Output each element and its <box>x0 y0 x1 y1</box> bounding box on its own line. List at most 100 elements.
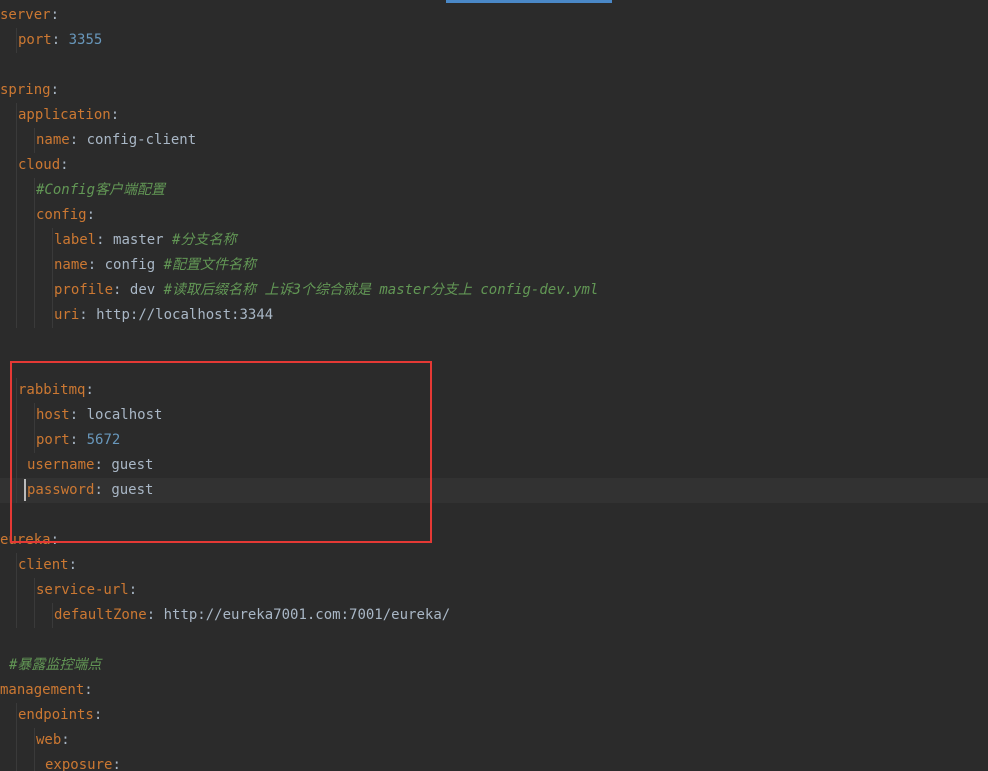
code-line[interactable]: name: config-client <box>0 128 988 153</box>
code-line[interactable]: profile: dev #读取后缀名称 上诉3个综合就是 master分支上 … <box>0 278 988 303</box>
code-line[interactable] <box>0 53 988 78</box>
indent-guide <box>16 603 17 628</box>
indent-guide <box>16 153 17 178</box>
yaml-key: username <box>27 457 95 473</box>
yaml-key: config <box>36 207 87 223</box>
yaml-colon: : <box>61 732 70 748</box>
code-line[interactable]: application: <box>0 103 988 128</box>
indent-guide <box>16 728 17 753</box>
indent-guide <box>16 203 17 228</box>
yaml-value: localhost <box>86 407 163 423</box>
yaml-key: application <box>18 107 111 123</box>
code-line[interactable]: port: 3355 <box>0 28 988 53</box>
indent-guide <box>16 253 17 278</box>
yaml-comment: #分支名称 <box>172 232 237 248</box>
code-line[interactable]: password: guest <box>0 478 988 503</box>
indent-guide <box>34 278 35 303</box>
indent-guide <box>34 303 35 328</box>
indent-guide <box>16 578 17 603</box>
yaml-key: label <box>54 232 97 248</box>
code-line[interactable]: client: <box>0 553 988 578</box>
indent-guide <box>34 403 35 428</box>
indent-guide <box>34 228 35 253</box>
yaml-colon: : <box>50 7 60 23</box>
code-line[interactable]: management: <box>0 678 988 703</box>
code-line[interactable] <box>0 503 988 528</box>
code-line[interactable]: eureka: <box>0 528 988 553</box>
code-line[interactable] <box>0 353 988 378</box>
code-line[interactable]: exposure: <box>0 753 988 771</box>
yaml-key: profile <box>54 282 114 298</box>
code-line[interactable] <box>0 328 988 353</box>
text-caret <box>24 479 26 501</box>
yaml-colon: : <box>68 557 78 573</box>
code-line[interactable] <box>0 628 988 653</box>
code-line[interactable]: spring: <box>0 78 988 103</box>
code-line[interactable]: label: master #分支名称 <box>0 228 988 253</box>
code-line[interactable]: host: localhost <box>0 403 988 428</box>
yaml-colon: : <box>113 282 122 298</box>
code-line[interactable]: server: <box>0 3 988 28</box>
yaml-value: guest <box>111 457 154 473</box>
yaml-colon: : <box>51 32 61 48</box>
indent-guide <box>16 228 17 253</box>
yaml-key: password <box>27 482 95 498</box>
code-line[interactable]: defaultZone: http://eureka7001.com:7001/… <box>0 603 988 628</box>
code-line[interactable]: username: guest <box>0 453 988 478</box>
code-line[interactable]: #暴露监控端点 <box>0 653 988 678</box>
yaml-colon: : <box>128 582 138 598</box>
yaml-colon: : <box>79 307 88 323</box>
indent-guide <box>16 403 17 428</box>
code-line[interactable]: uri: http://localhost:3344 <box>0 303 988 328</box>
yaml-comment: #Config客户端配置 <box>36 182 166 198</box>
yaml-key: host <box>36 407 70 423</box>
indent-guide <box>16 178 17 203</box>
indent-guide <box>34 753 35 771</box>
indent-guide <box>16 428 17 453</box>
indent-guide <box>16 378 17 403</box>
yaml-colon: : <box>69 132 79 148</box>
code-line[interactable]: #Config客户端配置 <box>0 178 988 203</box>
yaml-value: http://localhost:3344 <box>96 307 274 323</box>
yaml-value: config <box>104 257 156 273</box>
code-lines[interactable]: server: port: 3355 spring: application: name… <box>0 3 988 771</box>
yaml-colon: : <box>110 107 120 123</box>
code-line[interactable]: service-url: <box>0 578 988 603</box>
yaml-comment: #读取后缀名称 上诉3个综合就是 master分支上 config-dev.ym… <box>163 282 599 298</box>
yaml-key: port <box>18 32 52 48</box>
yaml-key: name <box>36 132 70 148</box>
indent-guide <box>16 478 17 503</box>
code-line[interactable]: name: config #配置文件名称 <box>0 253 988 278</box>
yaml-colon: : <box>85 382 94 398</box>
indent-guide <box>16 28 17 53</box>
indent-guide <box>34 178 35 203</box>
yaml-colon: : <box>84 682 93 698</box>
indent-guide <box>52 228 53 253</box>
yaml-colon: : <box>94 482 103 498</box>
code-line[interactable]: port: 5672 <box>0 428 988 453</box>
code-line[interactable]: cloud: <box>0 153 988 178</box>
indent-guide <box>16 278 17 303</box>
indent-guide <box>34 603 35 628</box>
yaml-editor[interactable]: server: port: 3355 spring: application: name… <box>0 0 988 771</box>
yaml-key: defaultZone <box>54 607 147 623</box>
yaml-key: cloud <box>18 157 61 173</box>
yaml-key: client <box>18 557 69 573</box>
code-line[interactable]: endpoints: <box>0 703 988 728</box>
yaml-colon: : <box>50 82 60 98</box>
yaml-value: config-client <box>86 132 197 148</box>
indent-guide <box>16 753 17 771</box>
code-line[interactable]: web: <box>0 728 988 753</box>
yaml-key: port <box>36 432 70 448</box>
code-line[interactable]: config: <box>0 203 988 228</box>
yaml-colon: : <box>146 607 156 623</box>
indent-guide <box>16 128 17 153</box>
code-line[interactable]: rabbitmq: <box>0 378 988 403</box>
yaml-value: 5672 <box>86 432 121 448</box>
yaml-key: service-url <box>36 582 129 598</box>
indent-guide <box>52 253 53 278</box>
